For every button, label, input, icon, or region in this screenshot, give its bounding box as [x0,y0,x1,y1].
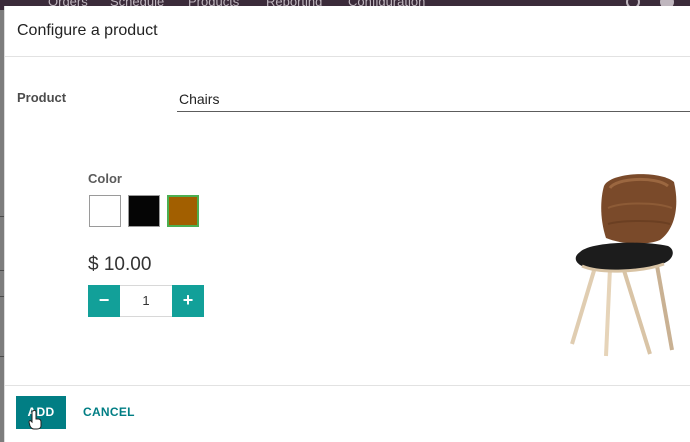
product-image-chair [570,174,677,357]
product-field[interactable]: Chairs [177,86,690,112]
product-label: Product [17,90,67,105]
decrease-quantity-button[interactable]: − [88,285,120,317]
quantity-stepper: − 1 + [88,285,204,317]
product-price: $ 10.00 [88,254,152,275]
color-swatch-black[interactable] [128,195,160,227]
increase-quantity-button[interactable]: + [172,285,204,317]
hand-cursor-icon [28,410,42,430]
color-swatch-brown[interactable] [167,195,199,227]
quantity-input[interactable]: 1 [120,285,172,317]
color-label: Color [88,171,122,186]
dialog-header: Configure a product [5,6,690,57]
dialog-title: Configure a product [17,22,158,39]
color-swatch-white[interactable] [89,195,121,227]
cancel-button[interactable]: CANCEL [83,396,135,429]
